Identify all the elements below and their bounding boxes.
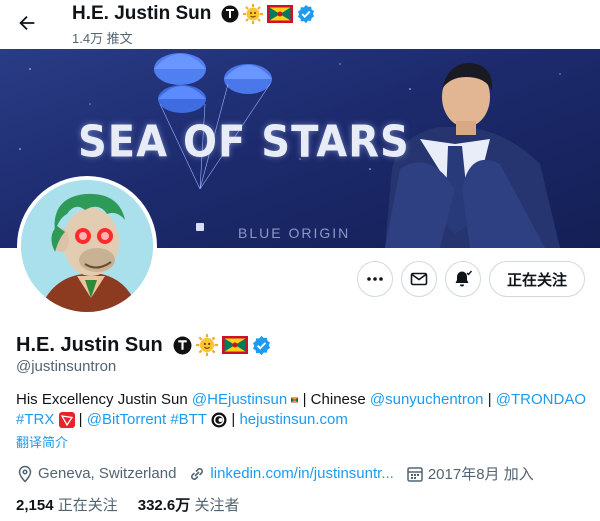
following-stat[interactable]: 2,154 正在关注 xyxy=(16,494,118,515)
notifications-button[interactable] xyxy=(445,261,481,297)
bio-mention-bittorrent[interactable]: @BitTorrent xyxy=(87,410,166,430)
joined-text: 2017年8月 加入 xyxy=(427,466,534,483)
avatar-image xyxy=(21,180,153,312)
followers-label: 关注者 xyxy=(194,497,240,514)
following-button[interactable]: 正在关注 xyxy=(489,261,585,297)
joined-item: 2017年8月 加入 xyxy=(406,463,534,484)
grenada-flag-icon xyxy=(221,336,248,354)
verified-badge-icon xyxy=(252,335,270,355)
message-button[interactable] xyxy=(401,261,437,297)
suited-figure-decoration xyxy=(385,63,560,248)
bio-mention-hejustinsun[interactable]: @HEjustinsun xyxy=(192,390,287,410)
envelope-icon xyxy=(410,272,428,286)
btt-logo-icon xyxy=(211,412,227,428)
linkedin-link[interactable]: linkedin.com/in/justinsuntr... xyxy=(210,465,393,482)
bio-text: | xyxy=(74,411,87,428)
verified-badge-icon xyxy=(298,4,315,24)
location-pin-icon xyxy=(18,465,32,483)
header-tweet-count: 1.4万 推文 xyxy=(72,31,133,46)
trx-logo-icon xyxy=(58,412,75,428)
profile-handle: @justinsuntron xyxy=(16,358,117,375)
profile-name: H.E. Justin Sun xyxy=(16,333,163,356)
bell-plus-icon xyxy=(455,270,473,287)
back-button[interactable] xyxy=(14,10,40,36)
bio-text: His Excellency Justin Sun xyxy=(16,391,188,408)
bio-hashtag-trx[interactable]: #TRX xyxy=(16,410,54,430)
header-name: H.E. Justin Sun xyxy=(72,3,212,24)
follow-stats: 2,154 正在关注 332.6万 关注者 xyxy=(16,494,239,515)
sun-emoji-icon xyxy=(243,4,264,24)
more-dots-icon xyxy=(367,277,383,281)
bio-website-link[interactable]: hejustinsun.com xyxy=(239,410,347,430)
header-name-row: H.E. Justin Sun xyxy=(72,3,316,25)
following-label: 正在关注 xyxy=(57,497,118,514)
followers-count: 332.6万 xyxy=(137,497,191,514)
website-item[interactable]: linkedin.com/in/justinsuntr... xyxy=(188,465,394,483)
bio-mention-sunyuchentron[interactable]: @sunyuchentron xyxy=(370,390,484,410)
profile-meta: Geneva, Switzerland linkedin.com/in/just… xyxy=(16,463,546,484)
translate-bio-link[interactable]: 翻译简介 xyxy=(16,432,68,451)
sun-emoji-icon xyxy=(195,334,218,356)
profile-name-row: H.E. Justin Sun xyxy=(16,333,272,357)
bio-text: | xyxy=(483,391,496,408)
profile-bio: His Excellency Justin Sun @HEjustinsun |… xyxy=(16,390,586,430)
profile-header-bar: H.E. Justin Sun 1.4万 推文 xyxy=(0,0,600,49)
link-icon xyxy=(191,467,204,480)
bio-hashtag-btt[interactable]: #BTT xyxy=(170,410,207,430)
arrow-left-icon xyxy=(19,15,35,31)
following-count: 2,154 xyxy=(16,497,54,514)
banner-brand: BLUE ORIGIN xyxy=(238,225,351,241)
banner-title: SEA OF STARS xyxy=(78,116,410,168)
followers-stat[interactable]: 332.6万 关注者 xyxy=(138,494,240,515)
bio-text: | xyxy=(227,411,240,428)
more-button[interactable] xyxy=(357,261,393,297)
tron-badge-icon xyxy=(221,5,239,23)
grenada-flag-icon xyxy=(267,5,294,23)
bio-text: | Chinese xyxy=(298,391,370,408)
tron-badge-icon xyxy=(173,336,192,354)
grenada-flag-icon xyxy=(291,397,299,403)
location-item: Geneva, Switzerland xyxy=(16,465,176,483)
calendar-icon xyxy=(407,466,423,482)
avatar[interactable] xyxy=(17,176,157,316)
location-text: Geneva, Switzerland xyxy=(38,465,177,482)
bio-mention-trondao[interactable]: @TRONDAO xyxy=(496,390,586,410)
